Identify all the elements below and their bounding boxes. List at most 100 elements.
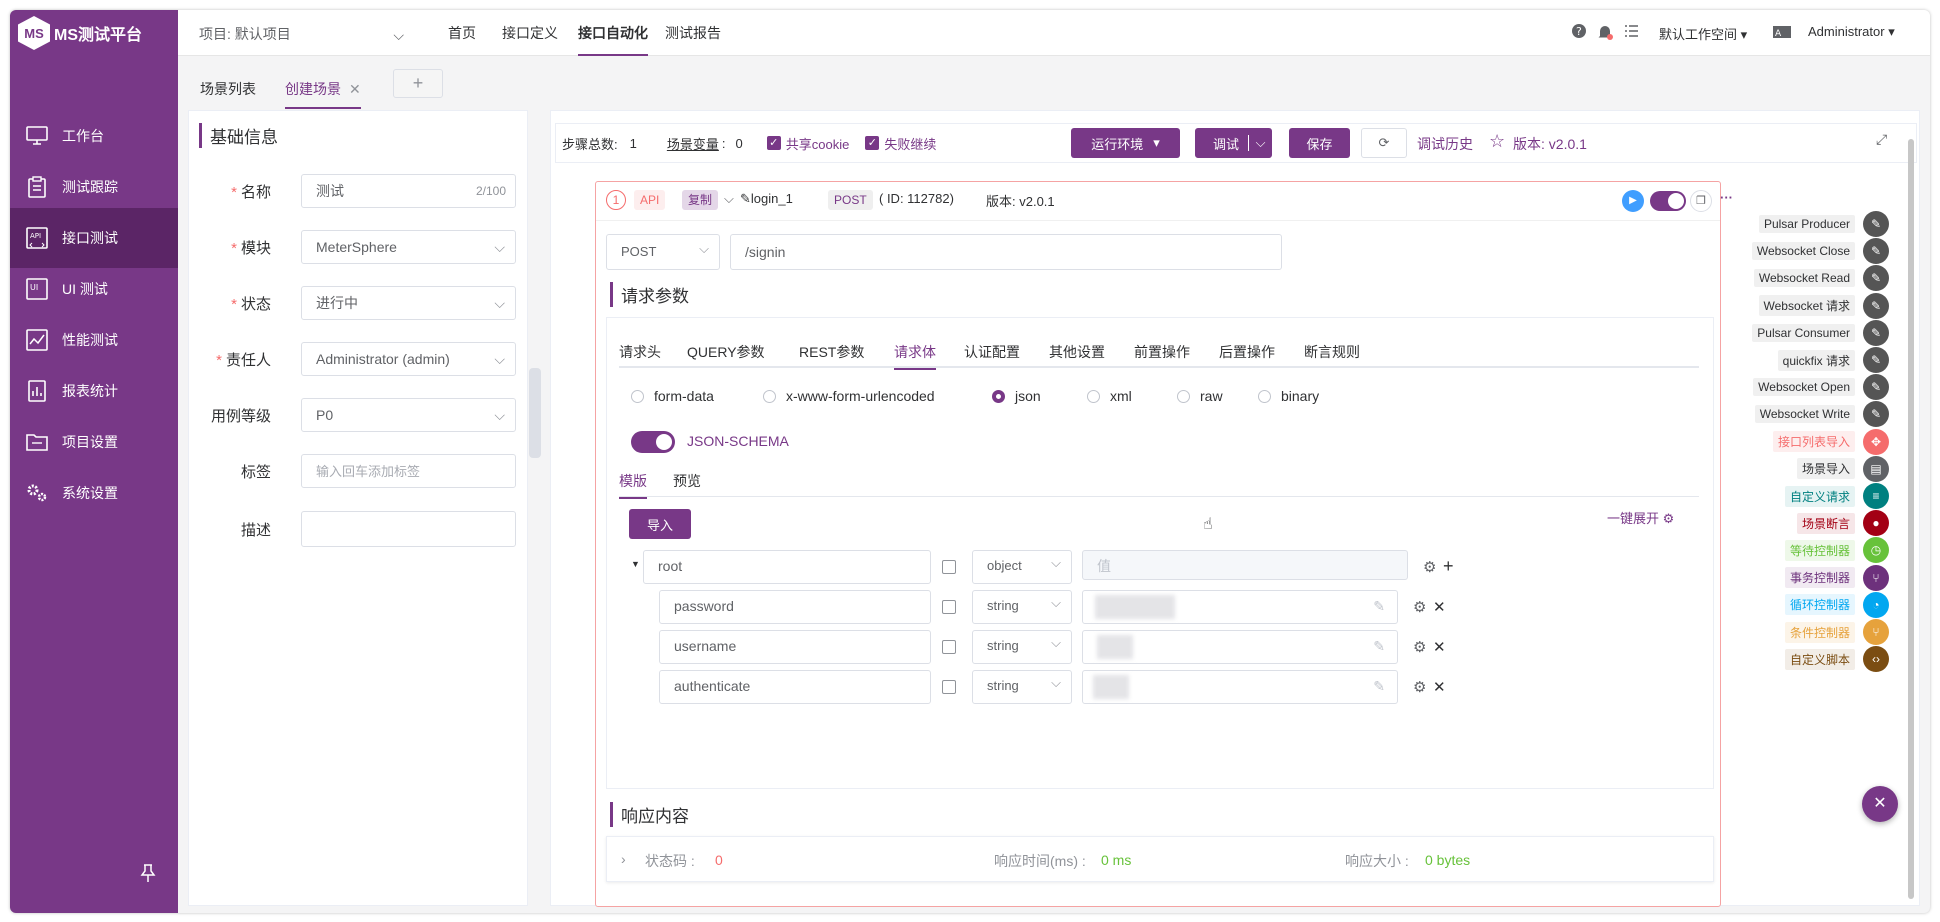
more-icon[interactable]: ···	[1720, 190, 1733, 205]
radio-urlencoded[interactable]: x-www-form-urlencoded	[763, 388, 935, 404]
palette-item[interactable]: Pulsar Producer ✎	[1758, 211, 1889, 237]
refresh-button[interactable]: ⟳	[1361, 128, 1407, 158]
copy-icon[interactable]: ❐	[1690, 190, 1712, 212]
value-input-password[interactable]: ✎	[1082, 590, 1398, 624]
tab-post[interactable]: 后置操作	[1219, 342, 1275, 362]
required-checkbox[interactable]	[942, 560, 956, 574]
palette-item[interactable]: 接口列表导入 ✥	[1772, 428, 1889, 455]
tab-assert[interactable]: 断言规则	[1304, 342, 1360, 362]
run-icon[interactable]: ▶	[1622, 190, 1644, 212]
help-icon[interactable]: ?	[1571, 23, 1589, 41]
plus-icon[interactable]: +	[1443, 556, 1454, 577]
name-input[interactable]: 测试 2/100	[301, 174, 516, 208]
collapse-handle[interactable]	[529, 368, 541, 458]
gear-icon[interactable]: ⚙	[1413, 638, 1426, 656]
language-icon[interactable]: A	[1773, 25, 1791, 43]
tab-pre[interactable]: 前置操作	[1134, 342, 1190, 362]
project-select[interactable]: 项目: 默认项目 ⌵	[199, 24, 404, 44]
type-select-root[interactable]: object	[972, 548, 1072, 584]
tab-create-scenario[interactable]: 创建场景 ✕	[285, 79, 361, 109]
palette-item[interactable]: quickfix 请求 ✎	[1777, 347, 1889, 373]
palette-item[interactable]: Websocket Open ✎	[1753, 374, 1889, 401]
environment-button[interactable]: 运行环境 ▾	[1071, 128, 1180, 158]
chevron-down-icon[interactable]: ⌵	[1248, 135, 1272, 151]
type-select-username[interactable]: string	[972, 628, 1072, 664]
close-icon[interactable]: ✕	[349, 81, 361, 97]
palette-item[interactable]: 场景导入 ▤	[1796, 455, 1889, 482]
value-input-username[interactable]: ✎	[1082, 630, 1398, 664]
palette-item[interactable]: Websocket Read ✎	[1753, 265, 1889, 292]
add-tab-button[interactable]: +	[393, 69, 443, 98]
status-select[interactable]: 进行中 ⌵	[301, 286, 516, 320]
fullscreen-icon[interactable]: ⤢	[1876, 131, 1887, 148]
tab-auth[interactable]: 认证配置	[964, 342, 1020, 362]
value-input-root[interactable]: 值	[1082, 550, 1408, 580]
bell-icon[interactable]	[1596, 23, 1614, 41]
palette-item[interactable]: Websocket 请求 ✎	[1758, 292, 1889, 319]
palette-item[interactable]: 条件控制器 ⑂	[1784, 619, 1889, 645]
tab-preview[interactable]: 预览	[673, 471, 701, 491]
gear-icon[interactable]: ⚙	[1413, 678, 1426, 696]
tab-headers[interactable]: 请求头	[619, 342, 661, 362]
field-name-username[interactable]: username	[659, 630, 931, 664]
gear-icon[interactable]: ⚙	[1413, 598, 1426, 616]
palette-item[interactable]: 自定义脚本 ‹›	[1784, 646, 1889, 673]
tab-scenario-list[interactable]: 场景列表	[200, 79, 256, 99]
caret-down-icon[interactable]: ▼	[631, 559, 640, 569]
palette-item[interactable]: 自定义请求 ≡	[1784, 483, 1889, 509]
field-name-authenticate[interactable]: authenticate	[659, 670, 931, 704]
star-icon[interactable]: ☆	[1489, 131, 1505, 152]
share-cookie-checkbox[interactable]: ✓ 共享cookie	[766, 134, 849, 153]
palette-item[interactable]: Websocket Close ✎	[1751, 238, 1889, 265]
palette-item[interactable]: 事务控制器 ⑂	[1784, 564, 1889, 591]
radio-binary[interactable]: binary	[1258, 388, 1319, 404]
tab-template[interactable]: 模版	[619, 471, 647, 499]
menu-api-automation[interactable]: 接口自动化	[578, 10, 648, 56]
save-button[interactable]: 保存	[1289, 128, 1350, 158]
description-textarea[interactable]	[301, 511, 516, 547]
value-input-authenticate[interactable]: ✎	[1082, 670, 1398, 704]
radio-raw[interactable]: raw	[1177, 388, 1223, 404]
close-icon[interactable]: ✕	[1433, 638, 1446, 656]
pin-icon[interactable]	[140, 863, 158, 885]
close-palette-button[interactable]: ✕	[1862, 786, 1898, 822]
scrollbar[interactable]	[1908, 139, 1914, 899]
field-name-root[interactable]: root	[643, 550, 931, 584]
palette-item[interactable]: Pulsar Consumer ✎	[1752, 319, 1889, 346]
method-select[interactable]: POST	[606, 232, 720, 270]
sidebar-item-system-settings[interactable]: 系统设置	[10, 463, 178, 523]
radio-json[interactable]: json	[992, 388, 1041, 404]
menu-test-report[interactable]: 测试报告	[665, 10, 721, 56]
field-name-password[interactable]: password	[659, 590, 931, 624]
user-menu[interactable]: Administrator ▾	[1808, 24, 1895, 40]
owner-select[interactable]: Administrator (admin) ⌵	[301, 342, 516, 376]
close-icon[interactable]: ✕	[1433, 678, 1446, 696]
level-select[interactable]: P0 ⌵	[301, 398, 516, 432]
tab-rest[interactable]: REST参数	[799, 342, 864, 362]
required-checkbox[interactable]	[942, 600, 956, 614]
json-schema-toggle[interactable]	[631, 431, 675, 453]
import-button[interactable]: 导入	[629, 509, 691, 539]
debug-history-link[interactable]: 调试历史	[1417, 134, 1473, 154]
tag-input[interactable]: 输入回车添加标签	[301, 454, 516, 488]
url-input[interactable]: /signin	[730, 234, 1282, 270]
response-summary[interactable]: › 状态码 : 0 响应时间(ms) : 0 ms 响应大小 : 0 bytes	[606, 836, 1714, 882]
palette-item[interactable]: 循环控制器 ◔	[1784, 591, 1889, 618]
tab-query[interactable]: QUERY参数	[687, 342, 765, 362]
version-label[interactable]: 版本: v2.0.1	[1513, 134, 1587, 154]
enable-toggle[interactable]	[1650, 191, 1686, 211]
tab-body[interactable]: 请求体	[894, 342, 936, 370]
scenario-variables-link[interactable]: 场景变量	[667, 134, 719, 153]
module-select[interactable]: MeterSphere ⌵	[301, 230, 516, 264]
close-icon[interactable]: ✕	[1433, 598, 1446, 616]
expand-icon[interactable]: ⌵	[724, 191, 734, 207]
palette-item[interactable]: 等待控制器 ◷	[1784, 537, 1889, 564]
type-select-authenticate[interactable]: string	[972, 668, 1072, 704]
workspace-select[interactable]: 默认工作空间 ▾	[1659, 24, 1747, 43]
step-name[interactable]: ✎login_1	[740, 191, 793, 207]
continue-on-fail-checkbox[interactable]: ✓ 失败继续	[865, 134, 936, 153]
tab-other[interactable]: 其他设置	[1049, 342, 1105, 362]
menu-home[interactable]: 首页	[448, 10, 476, 56]
radio-xml[interactable]: xml	[1087, 388, 1132, 404]
logo[interactable]: MS MS测试平台	[18, 16, 142, 50]
